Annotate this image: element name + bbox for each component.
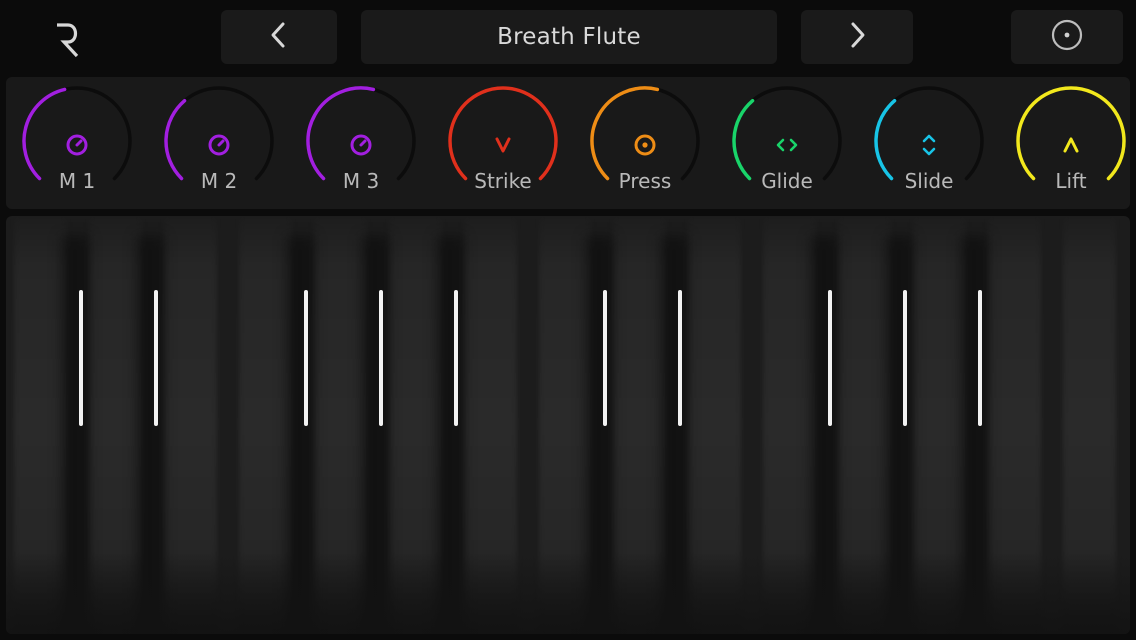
black-key-marker (903, 290, 908, 426)
black-key-marker (678, 290, 683, 426)
dial-slide[interactable]: Slide (858, 77, 1000, 209)
dial-label: Glide (761, 169, 813, 193)
black-key-marker (303, 290, 308, 426)
knob-icon (61, 129, 93, 161)
black-key-marker (153, 290, 158, 426)
dial-m-2[interactable]: M 2 (148, 77, 290, 209)
dial-label: Slide (904, 169, 954, 193)
black-key-marker (453, 290, 458, 426)
top-bar: Breath Flute (0, 0, 1136, 74)
dial-level-arc (732, 98, 755, 181)
black-key-marker (78, 290, 83, 426)
target-icon (629, 129, 661, 161)
dial-glide[interactable]: Glide (716, 77, 858, 209)
black-key-marker (603, 290, 608, 426)
settings-button[interactable] (1011, 10, 1123, 64)
previous-preset-button[interactable] (221, 10, 337, 64)
dial-label: M 2 (200, 169, 238, 193)
black-key-marker (978, 290, 983, 426)
dial-level-arc (22, 87, 67, 181)
knob-icon (345, 129, 377, 161)
knob-icon (203, 129, 235, 161)
dial-m-1[interactable]: M 1 (6, 77, 148, 209)
circle-dot-icon (1050, 18, 1084, 56)
chevron-right-icon (845, 19, 869, 55)
app-window: Breath Flute M 1 M 2 M 3 Strike Press Gl… (0, 0, 1136, 640)
up-down-arrows-icon (913, 129, 945, 161)
dial-m-3[interactable]: M 3 (290, 77, 432, 209)
black-key-marker (828, 290, 833, 426)
dial-level-arc (874, 98, 897, 181)
dial-lift[interactable]: Lift (1000, 77, 1136, 209)
dial-label: Lift (1055, 169, 1087, 193)
seaboard-keyboard[interactable] (6, 216, 1130, 634)
chevron-down-icon (487, 129, 519, 161)
left-right-arrows-icon (771, 129, 803, 161)
dial-label: M 3 (342, 169, 380, 193)
dimension-dials-panel: M 1 M 2 M 3 Strike Press Glide Slide Lift (6, 77, 1130, 209)
roli-logo-icon[interactable] (40, 12, 94, 62)
dial-level-arc (164, 98, 187, 181)
dial-press[interactable]: Press (574, 77, 716, 209)
next-preset-button[interactable] (801, 10, 913, 64)
chevron-left-icon (267, 19, 291, 55)
black-key-marker (378, 290, 383, 426)
dial-label: M 1 (58, 169, 96, 193)
preset-name-display[interactable]: Breath Flute (361, 10, 777, 64)
keyboard-bottom-shade (6, 554, 1130, 634)
chevron-up-icon (1055, 129, 1087, 161)
dial-label: Strike (474, 169, 532, 193)
dial-label: Press (618, 169, 672, 193)
dial-strike[interactable]: Strike (432, 77, 574, 209)
preset-title: Breath Flute (497, 24, 641, 50)
